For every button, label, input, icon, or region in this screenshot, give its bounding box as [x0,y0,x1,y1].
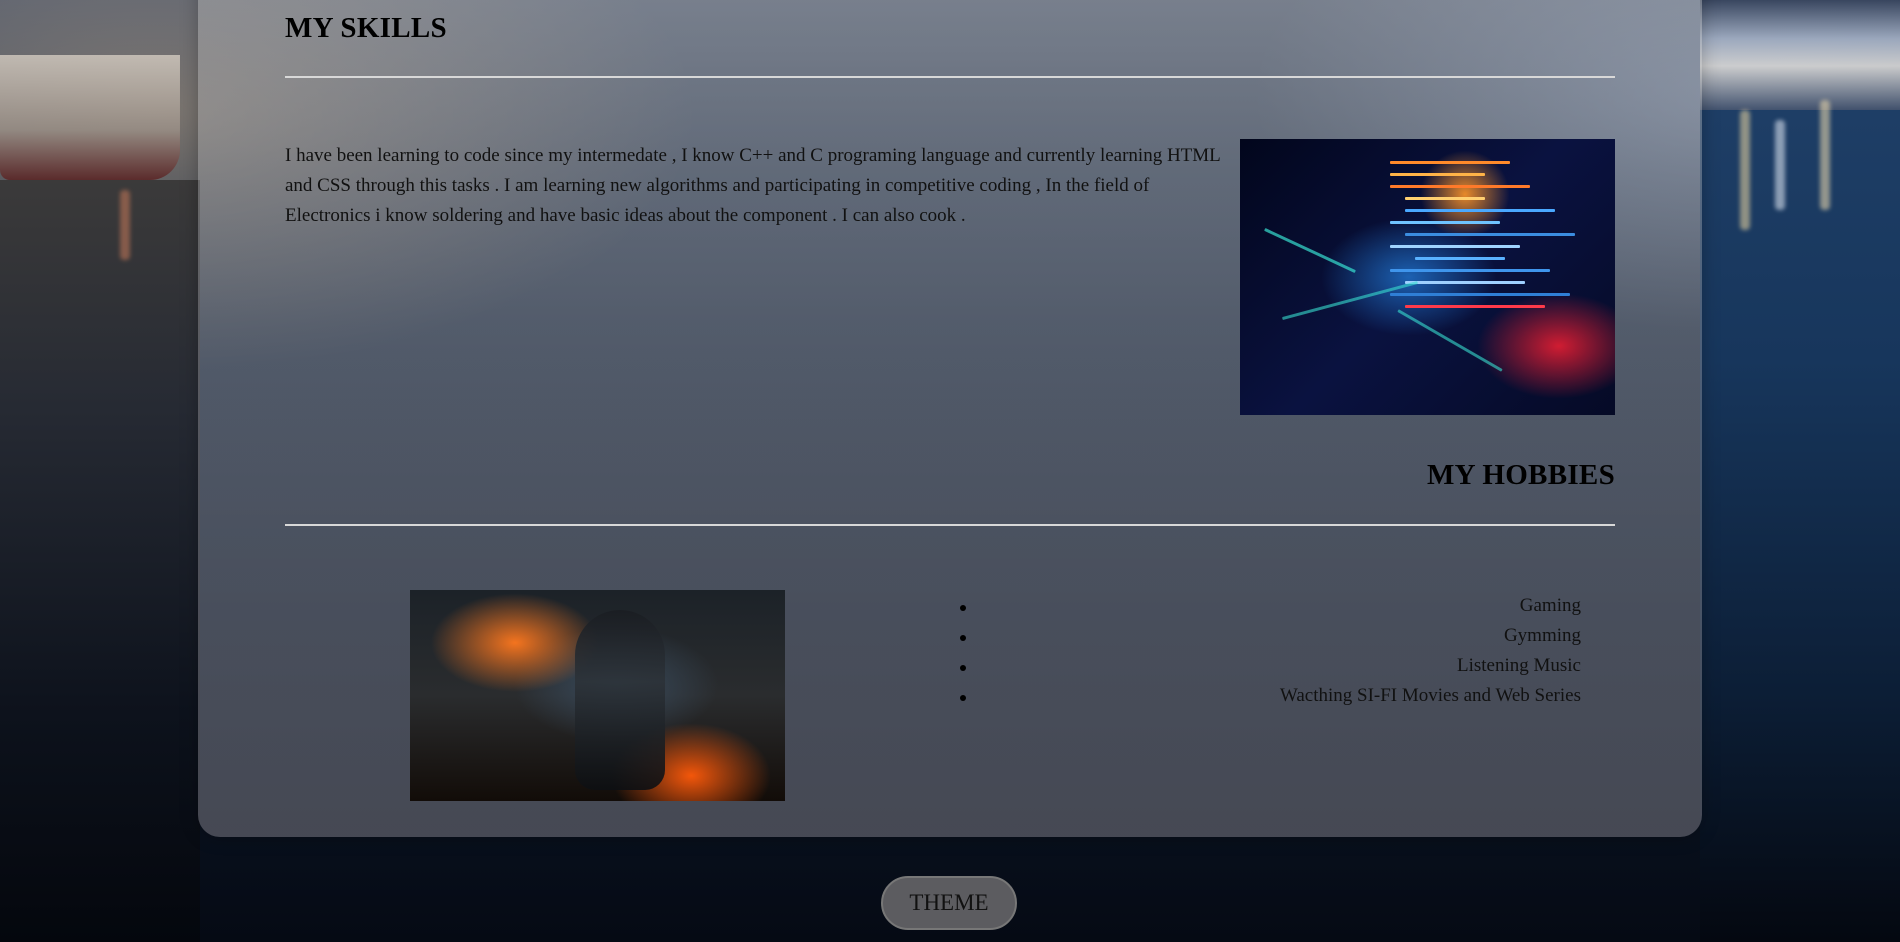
code-visualization-image [1240,139,1615,415]
background-light-reflection [120,190,130,260]
background-harbor-buildings [1700,0,1900,110]
soldier-figure [575,610,665,790]
bullet-icon [960,635,966,641]
theme-button[interactable]: THEME [881,876,1017,930]
hobby-list: Gaming Gymming Listening Music Wacthing … [1280,591,1581,711]
hobby-item: Wacthing SI-FI Movies and Web Series [1279,685,1581,706]
background-boat [0,55,180,180]
hobby-bullets [960,605,966,725]
hobbies-heading: MY HOBBIES [1426,459,1615,491]
hobby-item: Listening Music [1456,655,1581,676]
hobby-item: Gaming [1519,595,1581,616]
background-light-reflection [1820,100,1830,210]
game-soldier-image [410,590,785,801]
bullet-icon [960,695,966,701]
background-water-right [1700,110,1900,942]
bullet-icon [960,665,966,671]
skills-heading: MY SKILLS [285,12,447,44]
hobby-item: Gymming [1503,625,1581,646]
background-water-left [0,180,200,942]
bullet-icon [960,605,966,611]
background-light-reflection [1775,120,1785,210]
skills-description: I have been learning to code since my in… [285,145,1221,226]
content-card: MY SKILLS I have been learning to code s… [198,0,1702,837]
background-light-reflection [1740,110,1750,230]
hobbies-divider [285,524,1615,526]
skills-divider [285,76,1615,78]
